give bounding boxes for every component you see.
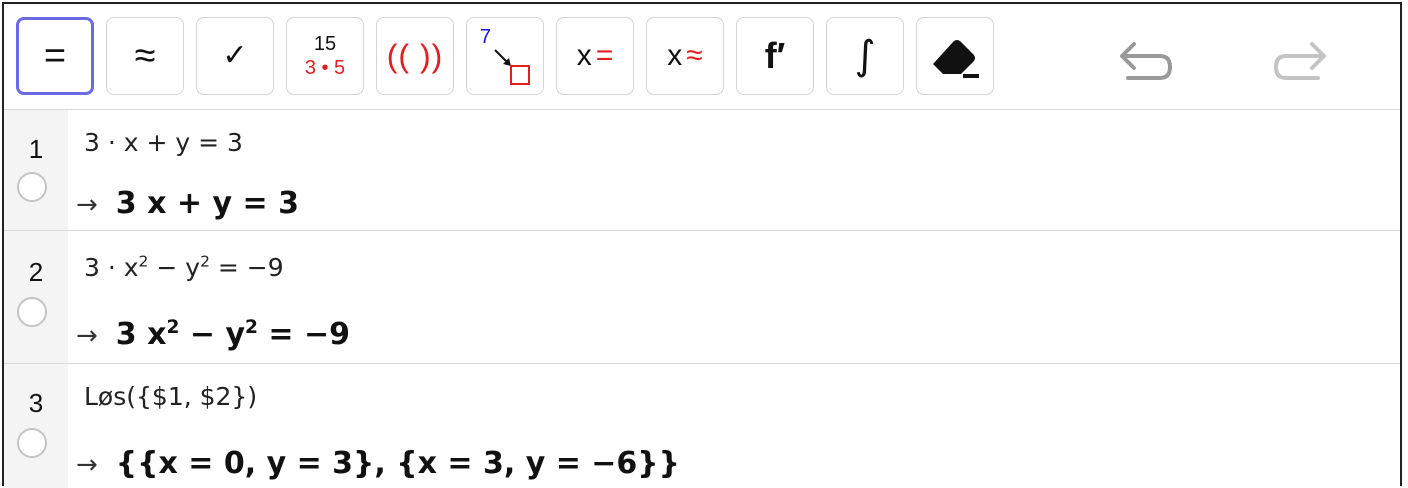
solve-label-x: x [576, 39, 592, 72]
numeric-button[interactable]: ≈ [106, 17, 184, 95]
evaluate-button[interactable]: = [16, 17, 94, 95]
substitute-button[interactable]: 7 [466, 17, 544, 95]
input-part: = −9 [209, 253, 284, 282]
redo-icon [1273, 42, 1326, 80]
row-toggle-circle[interactable] [17, 172, 47, 202]
row-output: → 3 x2 − y2 = −9 [76, 317, 350, 352]
input-exponent: 2 [138, 252, 149, 271]
cas-row-1[interactable]: 1 3 · x + y = 3 → 3 x + y = 3 [4, 110, 1400, 231]
integral-button[interactable]: ∫ [826, 17, 904, 95]
row-number: 2 [28, 257, 44, 287]
row-input[interactable]: 3 · x + y = 3 [84, 128, 243, 157]
output-arrow: → [76, 321, 98, 351]
nsolve-button[interactable]: x ≈ [646, 17, 724, 95]
expand-button[interactable]: (( )) [376, 17, 454, 95]
output-exponent: 2 [245, 317, 258, 338]
row-toggle-circle[interactable] [17, 428, 47, 458]
undo-icon [1120, 42, 1173, 80]
output-expression: {{x = 0, y = 3}, {x = 3, y = −6}} [115, 446, 681, 481]
row-number: 3 [28, 388, 44, 418]
nsolve-label-eq: ≈ [686, 39, 703, 72]
cas-row-3[interactable]: 3 Løs({$1, $2}) → {{x = 0, y = 3}, {x = 3… [4, 364, 1400, 488]
derivative-label: f′ [764, 35, 786, 76]
row-input[interactable]: Løs({$1, $2}) [84, 382, 257, 411]
delete-button[interactable] [916, 17, 994, 95]
input-part: 3 · x [84, 253, 139, 282]
factor-button[interactable]: 15 3 • 5 [286, 17, 364, 95]
redo-button[interactable] [1270, 40, 1330, 84]
output-arrow: → [76, 450, 98, 480]
row-input[interactable]: 3 · x2 − y2 = −9 [84, 253, 284, 282]
undo-button[interactable] [1116, 40, 1176, 84]
eraser-icon [933, 40, 979, 78]
input-part: − y [148, 253, 201, 282]
factor-bottom-label: 3 • 5 [304, 57, 346, 79]
row-number: 1 [28, 134, 44, 164]
cas-window: = ≈ ✓ 15 3 • 5 (( )) 7 x = x ≈ f′ ∫ 1 3 … [2, 2, 1402, 488]
integral-label: ∫ [854, 33, 876, 79]
output-expression: 3 x + y = 3 [115, 186, 299, 221]
row-toggle-circle[interactable] [17, 297, 47, 327]
numeric-label: ≈ [134, 35, 156, 77]
solve-button[interactable]: x = [556, 17, 634, 95]
derivative-button[interactable]: f′ [736, 17, 814, 95]
row-gutter [4, 364, 68, 488]
input-exponent: 2 [200, 252, 210, 271]
output-part: 3 x [115, 317, 167, 352]
nsolve-label-x: x [667, 39, 683, 72]
output-part: − y [179, 317, 246, 352]
output-arrow: → [76, 190, 98, 220]
expand-label: (( )) [386, 38, 444, 74]
output-exponent: 2 [166, 317, 180, 338]
keep-input-label: ✓ [222, 39, 248, 72]
solve-label-eq: = [595, 39, 614, 72]
cas-row-2[interactable]: 2 3 · x2 − y2 = −9 → 3 x2 − y2 = −9 [4, 231, 1400, 364]
output-part: = −9 [257, 317, 351, 352]
row-gutter [4, 110, 68, 230]
row-output: → {{x = 0, y = 3}, {x = 3, y = −6}} [76, 446, 680, 481]
row-output: → 3 x + y = 3 [76, 186, 299, 221]
factor-top-label: 15 [313, 33, 337, 55]
keep-input-button[interactable]: ✓ [196, 17, 274, 95]
evaluate-label: = [43, 35, 67, 77]
cas-toolbar: = ≈ ✓ 15 3 • 5 (( )) 7 x = x ≈ f′ ∫ [4, 4, 1400, 110]
substitute-icon [494, 49, 530, 85]
